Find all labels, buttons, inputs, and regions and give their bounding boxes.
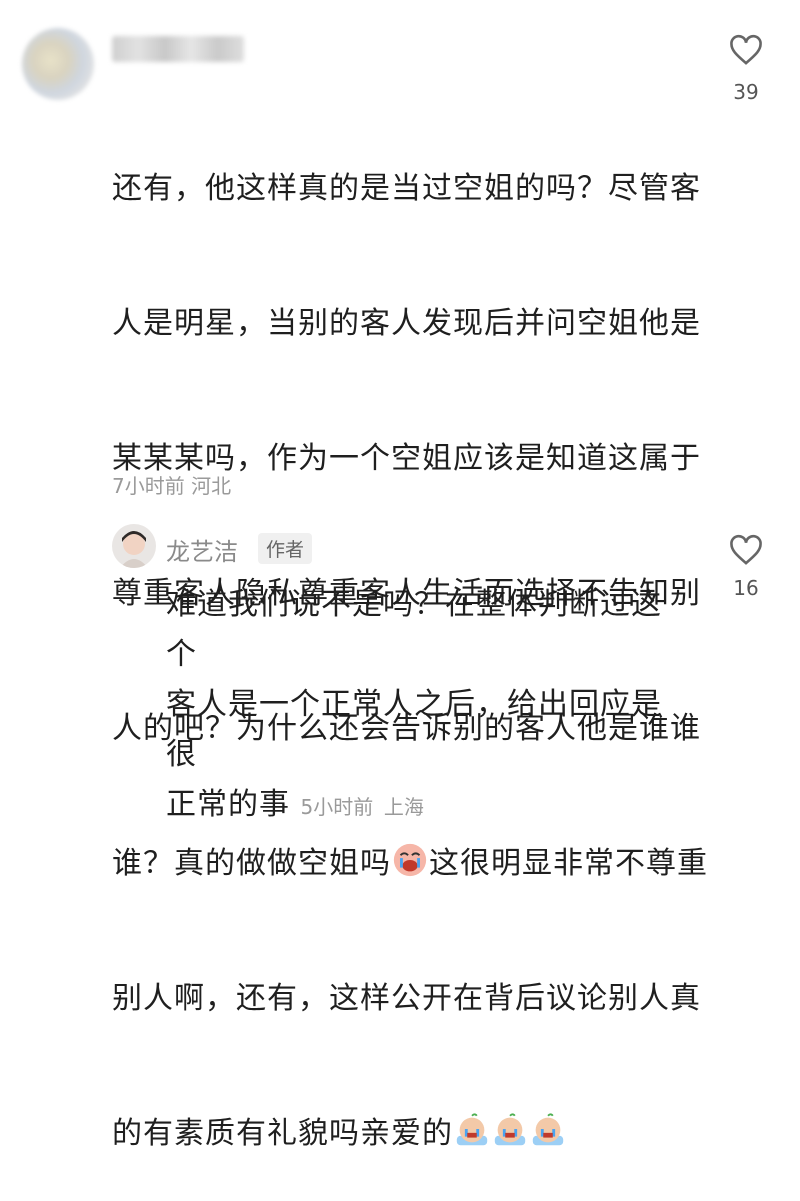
reply-line: 难道我们说不是吗？在整体判断过这个 bbox=[166, 587, 662, 672]
comment-line: 别人啊，还有，这样公开在背后议论别人真 bbox=[112, 981, 701, 1016]
reply-author-name[interactable]: 龙艺洁 bbox=[166, 532, 238, 567]
reply-time: 5小时前 bbox=[300, 795, 374, 819]
commenter-avatar[interactable] bbox=[22, 28, 94, 100]
reply-line: 客人是一个正常人之后，给出回应是很 bbox=[166, 687, 662, 772]
comment-line: 人是明星，当别的客人发现后并问空姐他是 bbox=[112, 306, 701, 341]
comment-meta: 7小时前 河北 bbox=[112, 470, 231, 499]
heart-outline-icon[interactable] bbox=[728, 534, 764, 566]
reply-location: 上海 bbox=[383, 795, 424, 819]
comment-line: 还有，他这样真的是当过空姐的吗？尽管客 bbox=[112, 171, 701, 206]
reply-text: 难道我们说不是吗？在整体判断过这个 客人是一个正常人之后，给出回应是很 正常的事… bbox=[166, 580, 686, 832]
comment-location: 河北 bbox=[191, 474, 232, 498]
comment-line-part: 谁？真的做做空姐吗 bbox=[112, 846, 391, 881]
heart-outline-icon[interactable] bbox=[728, 34, 764, 66]
crying-bread-emoji-icon bbox=[532, 1113, 564, 1146]
author-badge: 作者 bbox=[258, 533, 313, 564]
reply-line: 正常的事 5小时前 上海 bbox=[166, 780, 686, 832]
reply-line-part: 正常的事 bbox=[166, 787, 290, 822]
author-avatar[interactable] bbox=[112, 524, 156, 568]
reply-like-count: 16 bbox=[733, 576, 759, 600]
comment-time: 7小时前 bbox=[112, 474, 185, 498]
crying-emoji-icon bbox=[393, 843, 427, 877]
comment-like-count: 39 bbox=[733, 80, 759, 104]
comment-line: 谁？真的做做空姐吗 这很明显非常不尊重 bbox=[112, 841, 712, 886]
author-avatar-image bbox=[112, 524, 156, 568]
crying-bread-emoji-icon bbox=[494, 1113, 526, 1146]
commenter-name-blurred[interactable] bbox=[112, 36, 244, 62]
comment-line-part: 的有素质有礼貌吗亲爱的 bbox=[112, 1116, 453, 1151]
crying-bread-emoji-icon bbox=[456, 1113, 488, 1146]
comment-line: 的有素质有礼貌吗亲爱的 bbox=[112, 1111, 712, 1156]
comment-line-part: 这很明显非常不尊重 bbox=[429, 846, 708, 881]
